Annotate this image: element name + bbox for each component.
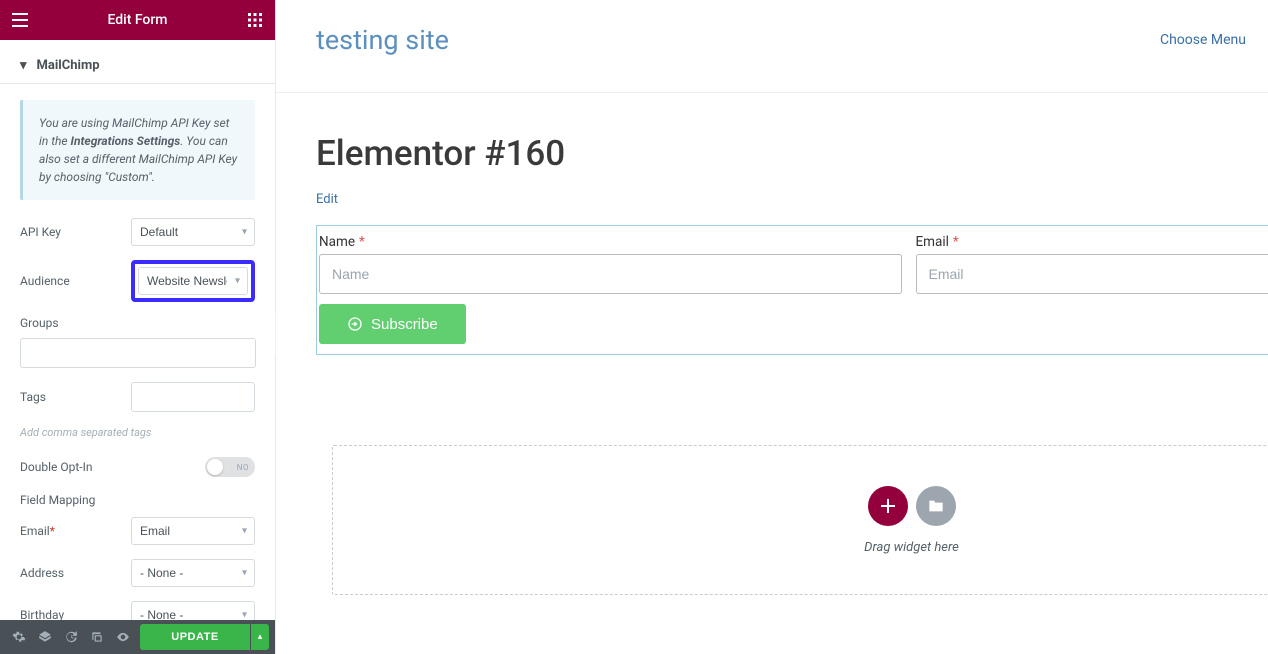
update-options-button[interactable]: ▴ bbox=[251, 624, 269, 650]
map-email-label: Email* bbox=[20, 524, 131, 538]
double-optin-label: Double Opt-In bbox=[20, 460, 205, 474]
double-optin-row: Double Opt-In NO bbox=[20, 457, 255, 477]
map-birthday-row: Birthday - None - bbox=[20, 601, 255, 620]
responsive-icon bbox=[90, 630, 104, 644]
caret-down-icon: ▾ bbox=[20, 58, 27, 73]
layers-icon bbox=[38, 630, 52, 644]
drop-area-buttons bbox=[868, 486, 956, 526]
email-input[interactable] bbox=[916, 254, 1268, 294]
name-input[interactable] bbox=[319, 254, 902, 294]
apps-grid-button[interactable] bbox=[243, 8, 267, 32]
map-email-select[interactable]: Email bbox=[131, 517, 255, 545]
plus-icon bbox=[881, 499, 895, 513]
api-info-box: You are using MailChimp API Key set in t… bbox=[20, 100, 255, 200]
hamburger-menu-button[interactable] bbox=[8, 8, 32, 32]
eye-icon bbox=[116, 630, 130, 644]
choose-menu-link[interactable]: Choose Menu bbox=[1160, 32, 1246, 48]
groups-input[interactable] bbox=[20, 338, 256, 368]
map-email-row: Email* Email bbox=[20, 517, 255, 545]
api-key-select[interactable]: Default bbox=[131, 218, 255, 246]
map-address-select[interactable]: - None - bbox=[131, 559, 255, 587]
responsive-button[interactable] bbox=[84, 624, 110, 650]
mailchimp-section-toggle[interactable]: ▾ MailChimp bbox=[0, 40, 275, 84]
audience-select[interactable]: Website Newslette bbox=[138, 267, 248, 295]
form-widget[interactable]: Name* Email* Subscribe bbox=[316, 225, 1268, 355]
settings-button[interactable] bbox=[6, 624, 32, 650]
navigator-button[interactable] bbox=[32, 624, 58, 650]
template-button[interactable] bbox=[916, 486, 956, 526]
subscribe-button[interactable]: Subscribe bbox=[319, 304, 466, 344]
folder-icon bbox=[928, 499, 944, 513]
editor-sidebar: Edit Form ▾ MailChimp You are using Mail… bbox=[0, 0, 276, 654]
map-address-row: Address - None - bbox=[20, 559, 255, 587]
api-key-label: API Key bbox=[20, 225, 131, 239]
email-field-label: Email* bbox=[916, 234, 959, 250]
tags-input[interactable] bbox=[131, 382, 255, 412]
arrow-circle-icon bbox=[347, 316, 363, 332]
groups-label: Groups bbox=[20, 316, 255, 330]
section-body: You are using MailChimp API Key set in t… bbox=[0, 84, 275, 620]
preview-canvas: testing site Choose Menu Elementor #160 … bbox=[276, 0, 1268, 654]
gear-icon bbox=[12, 630, 26, 644]
history-icon bbox=[64, 630, 78, 644]
name-field: Name* bbox=[319, 234, 902, 294]
tags-row: Tags bbox=[20, 382, 255, 412]
map-birthday-label: Birthday bbox=[20, 608, 131, 620]
tags-label: Tags bbox=[20, 390, 131, 404]
groups-block: Groups bbox=[20, 316, 255, 368]
update-button[interactable]: UPDATE bbox=[140, 624, 250, 650]
drop-area-text: Drag widget here bbox=[864, 540, 959, 555]
double-optin-switch[interactable]: NO bbox=[205, 457, 255, 477]
switch-knob bbox=[207, 459, 223, 475]
add-section-button[interactable] bbox=[868, 486, 908, 526]
page-title: Elementor #160 bbox=[316, 133, 1268, 174]
site-title-link[interactable]: testing site bbox=[316, 24, 449, 56]
field-mapping-heading: Field Mapping bbox=[20, 493, 255, 507]
name-field-label: Name* bbox=[319, 234, 365, 250]
switch-state: NO bbox=[237, 463, 249, 472]
map-birthday-select[interactable]: - None - bbox=[131, 601, 255, 620]
history-button[interactable] bbox=[58, 624, 84, 650]
drop-area[interactable]: Drag widget here bbox=[332, 445, 1268, 595]
sidebar-title: Edit Form bbox=[32, 12, 243, 28]
audience-label: Audience bbox=[20, 274, 131, 288]
email-field: Email* bbox=[916, 234, 1268, 294]
preview-button[interactable] bbox=[110, 624, 136, 650]
site-header: testing site Choose Menu bbox=[276, 0, 1268, 93]
section-name: MailChimp bbox=[37, 58, 100, 73]
subscribe-label: Subscribe bbox=[371, 316, 438, 333]
edit-page-link[interactable]: Edit bbox=[316, 192, 338, 207]
audience-row: Audience Website Newslette bbox=[20, 260, 255, 302]
tags-hint: Add comma separated tags bbox=[20, 426, 255, 439]
audience-highlight: Website Newslette bbox=[131, 260, 255, 302]
api-key-row: API Key Default bbox=[20, 218, 255, 246]
sidebar-header: Edit Form bbox=[0, 0, 275, 40]
hamburger-icon bbox=[12, 13, 28, 27]
sidebar-footer: UPDATE ▴ bbox=[0, 620, 275, 654]
apps-grid-icon bbox=[248, 13, 262, 27]
map-address-label: Address bbox=[20, 566, 131, 580]
